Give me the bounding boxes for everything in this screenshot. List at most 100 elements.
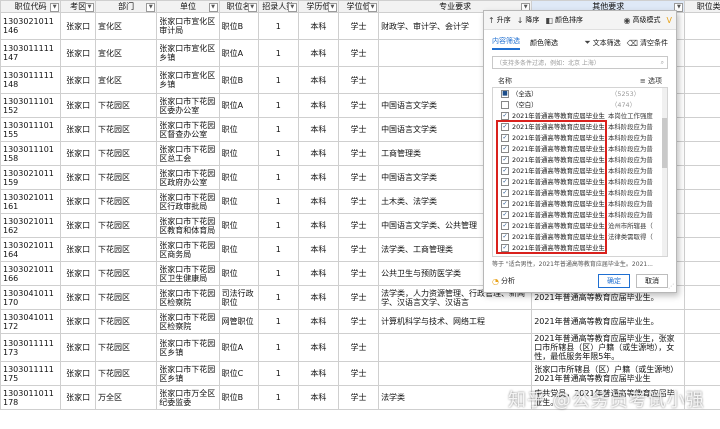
cell-deg[interactable]: 学士	[337, 361, 380, 386]
cell-pos[interactable]: 职位A	[218, 333, 259, 362]
ok-button[interactable]: 确定	[598, 274, 630, 288]
cell-area[interactable]: 张家口	[60, 66, 97, 94]
cell-unit[interactable]: 张家口市下花园区政府办公室	[156, 165, 220, 190]
list-scrollbar[interactable]	[662, 88, 667, 256]
cell-type[interactable]	[684, 261, 720, 286]
checkbox[interactable]: ✓	[501, 199, 509, 208]
cell-type[interactable]	[684, 333, 720, 362]
cell-dept[interactable]: 下花园区	[95, 165, 158, 190]
cell-type[interactable]	[684, 66, 720, 94]
col-header-edu[interactable]: 学历低 ▼	[297, 0, 339, 13]
cell-code[interactable]: 1303021011166	[0, 261, 62, 286]
filter-dropdown-icon[interactable]: ▼	[208, 3, 218, 12]
cell-dept[interactable]: 宣化区	[95, 39, 158, 67]
cell-deg[interactable]: 学士	[337, 189, 380, 214]
cell-edu[interactable]: 本科	[297, 213, 339, 238]
cell-edu[interactable]: 本科	[297, 165, 339, 190]
cell-dept[interactable]: 宣化区	[95, 12, 158, 40]
cell-major[interactable]: 计算机科学与技术、网络工程	[378, 309, 533, 334]
cell-dept[interactable]: 下花园区	[95, 309, 158, 334]
filter-list-item[interactable]: ✓ 2021年普通高等教育应届毕业生 本岗位工作强度	[493, 110, 667, 121]
cell-type[interactable]	[684, 93, 720, 118]
cell-code[interactable]: 1303041011172	[0, 309, 62, 334]
cell-deg[interactable]: 学士	[337, 117, 380, 142]
cell-area[interactable]: 张家口	[60, 213, 97, 238]
cell-edu[interactable]: 本科	[297, 117, 339, 142]
list-options-button[interactable]: ≡ 选项	[640, 76, 662, 86]
filter-dropdown-icon[interactable]: ▼	[146, 3, 156, 12]
cell-pos[interactable]: 职位	[218, 237, 259, 262]
cell-code[interactable]: 1303011101155	[0, 117, 62, 142]
cell-code[interactable]: 1303011011178	[0, 385, 62, 410]
filter-popup[interactable]: ↑ 升序 ↓ 降序 ◧ 颜色排序 ◉ 高级模式 V 内容筛选 颜色筛选 ⏷ 文本筛选 ⌫ 清…	[483, 10, 677, 293]
cell-dept[interactable]: 下花园区	[95, 333, 158, 362]
advanced-mode-toggle[interactable]: ◉ 高级模式	[624, 15, 661, 25]
filter-list-item[interactable]: ✓ 2021年普通高等教育应届毕业生 本科阶段应为普	[493, 143, 667, 154]
cell-num[interactable]: 1	[257, 333, 299, 362]
cell-code[interactable]: 1303011101152	[0, 93, 62, 118]
cell-area[interactable]: 张家口	[60, 285, 97, 310]
cell-pos[interactable]: 职位B	[218, 66, 259, 94]
cell-major[interactable]	[378, 333, 533, 362]
cancel-button[interactable]: 取消	[636, 274, 668, 288]
checkbox[interactable]	[501, 100, 509, 109]
cell-dept[interactable]: 宣化区	[95, 66, 158, 94]
cell-edu[interactable]: 本科	[297, 93, 339, 118]
filter-values-list[interactable]: ■ （全选） （5253） （空白） （474） ✓ 2021年普通高等教育应届毕业生 本岗位…	[492, 87, 668, 257]
checkbox[interactable]: ✓	[501, 210, 509, 219]
cell-deg[interactable]: 学士	[337, 309, 380, 334]
sort-desc-button[interactable]: ↓ 降序	[517, 15, 540, 25]
cell-num[interactable]: 1	[257, 93, 299, 118]
cell-area[interactable]: 张家口	[60, 12, 97, 40]
col-header-code[interactable]: 职位代码 ▼	[0, 0, 62, 13]
cell-dept[interactable]: 下花园区	[95, 285, 158, 310]
cell-pos[interactable]: 职位B	[218, 12, 259, 40]
checkbox[interactable]: ✓	[501, 144, 509, 153]
cell-edu[interactable]: 本科	[297, 66, 339, 94]
cell-area[interactable]: 张家口	[60, 261, 97, 286]
cell-deg[interactable]: 学士	[337, 12, 380, 40]
filter-list-item[interactable]: ✓ 2021年普通高等教育应届毕业生 本科阶段应为普	[493, 209, 667, 220]
cell-unit[interactable]: 张家口市下花园区卫生健康局	[156, 261, 220, 286]
cell-type[interactable]	[684, 141, 720, 166]
cell-unit[interactable]: 张家口市下花园区委办公室	[156, 93, 220, 118]
cell-area[interactable]: 张家口	[60, 117, 97, 142]
cell-unit[interactable]: 张家口市万全区纪委监委	[156, 385, 220, 410]
cell-other[interactable]: 张家口市所辖县（区）户籍（或生源地）2021年普通高等教育应届毕业生	[531, 361, 686, 386]
col-header-area[interactable]: 考区 ▼	[60, 0, 97, 13]
cell-num[interactable]: 1	[257, 141, 299, 166]
cell-pos[interactable]: 职位B	[218, 385, 259, 410]
cell-type[interactable]	[684, 285, 720, 310]
cell-pos[interactable]: 职位C	[218, 361, 259, 386]
col-header-num[interactable]: 招录人数 ▼	[257, 0, 299, 13]
table-row[interactable]: 1303011111173 张家口 下花园区 张家口市下花园区乡镇 职位A 1 本科 学士 20…	[0, 333, 720, 362]
cell-dept[interactable]: 万全区	[95, 385, 158, 410]
cell-code[interactable]: 1303021011164	[0, 237, 62, 262]
cell-edu[interactable]: 本科	[297, 141, 339, 166]
table-row[interactable]: 1303041011172 张家口 下花园区 张家口市下花园区检察院 网管职位 1 本科 学士…	[0, 309, 720, 334]
cell-edu[interactable]: 本科	[297, 309, 339, 334]
cell-edu[interactable]: 本科	[297, 189, 339, 214]
cell-type[interactable]	[684, 12, 720, 40]
filter-list-item[interactable]: ✓ 2021年普通高等教育应届毕业生 本科阶段应为普	[493, 187, 667, 198]
cell-code[interactable]: 1303011101158	[0, 141, 62, 166]
cell-area[interactable]: 张家口	[60, 165, 97, 190]
cell-type[interactable]	[684, 237, 720, 262]
text-filter-button[interactable]: ⏷ 文本筛选	[584, 38, 620, 48]
cell-unit[interactable]: 张家口市下花园区行政审批局	[156, 189, 220, 214]
filter-dropdown-icon[interactable]: ▼	[368, 3, 378, 12]
cell-pos[interactable]: 职位	[218, 165, 259, 190]
col-header-deg[interactable]: 学位低 ▼	[337, 0, 380, 13]
cell-pos[interactable]: 职位A	[218, 39, 259, 67]
cell-code[interactable]: 1303041011170	[0, 285, 62, 310]
filter-list-item[interactable]: ✓ 2021年普通高等教育应届毕业生 本科阶段应为普	[493, 176, 667, 187]
filter-list-item[interactable]: ✓ 2021年普通高等教育应届毕业生 本科阶段应为普	[493, 198, 667, 209]
cell-pos[interactable]: 职位	[218, 141, 259, 166]
filter-dropdown-icon[interactable]: ▼	[85, 3, 95, 12]
cell-num[interactable]: 1	[257, 309, 299, 334]
cell-num[interactable]: 1	[257, 117, 299, 142]
cell-deg[interactable]: 学士	[337, 333, 380, 362]
cell-area[interactable]: 张家口	[60, 385, 97, 410]
checkbox[interactable]: ■	[501, 89, 509, 98]
filter-dropdown-icon[interactable]: ▼	[50, 3, 60, 12]
